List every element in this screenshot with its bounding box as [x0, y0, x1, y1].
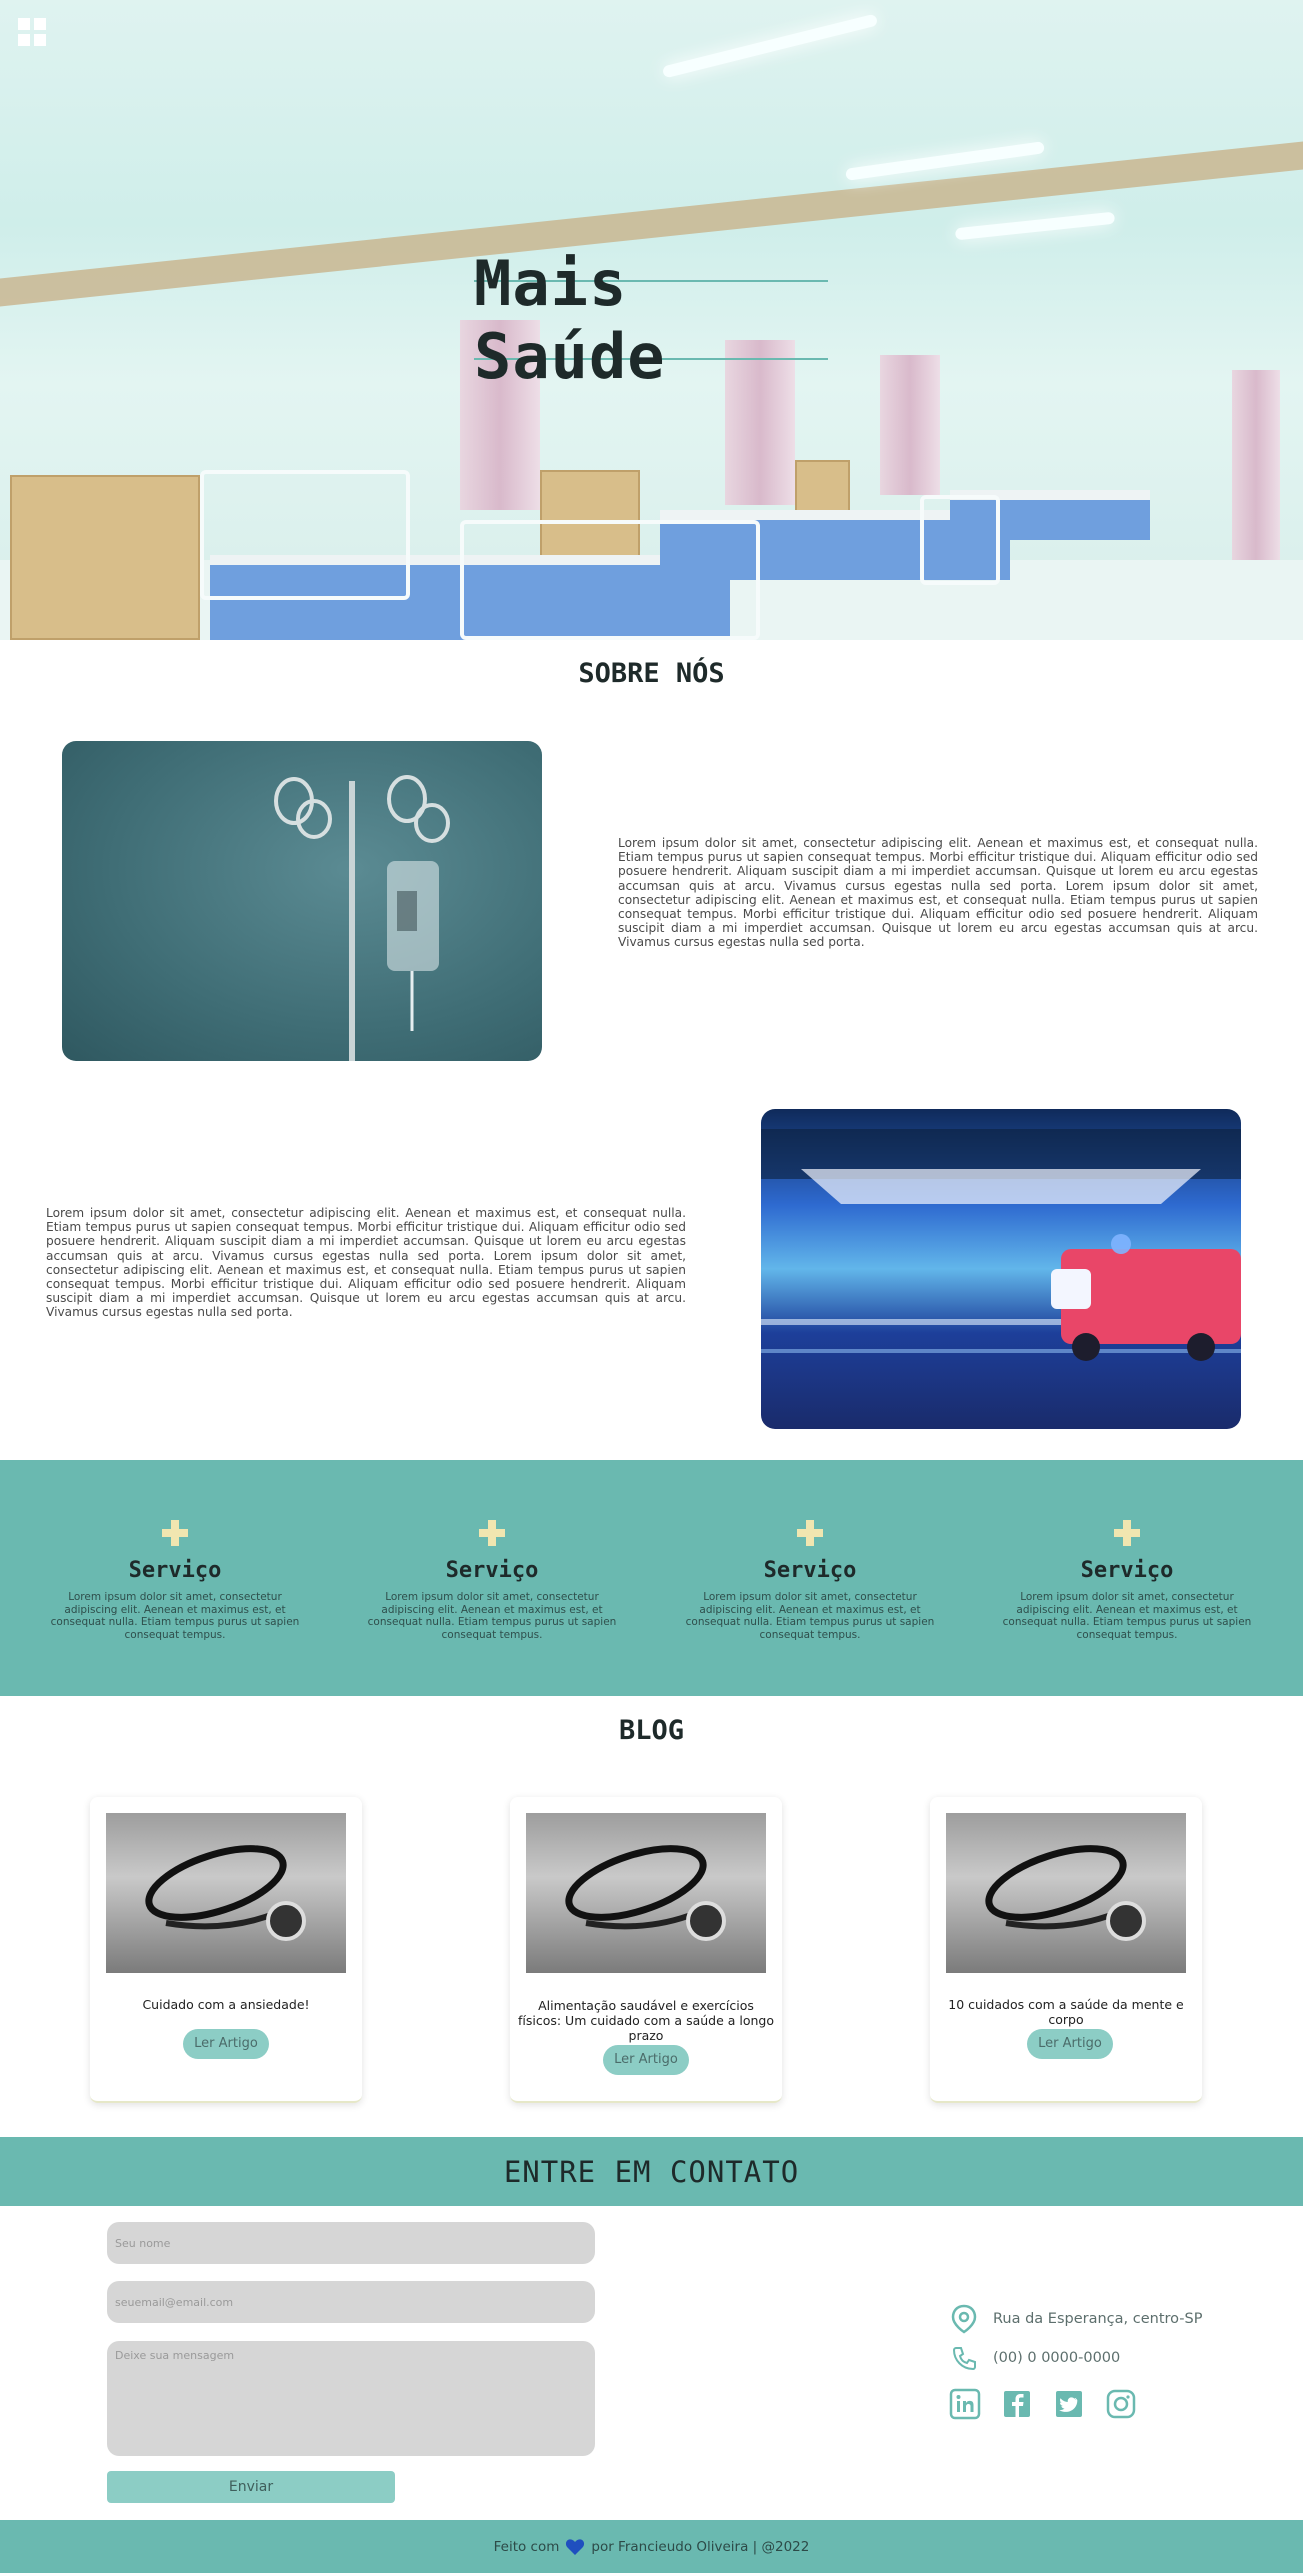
contact-header: ENTRE EM CONTATO [0, 2137, 1303, 2206]
service-card: Serviço Lorem ipsum dolor sit amet, cons… [45, 1520, 305, 1641]
plus-icon [162, 1520, 188, 1546]
service-card: Serviço Lorem ipsum dolor sit amet, cons… [680, 1520, 940, 1641]
blog-caption: Alimentação saudável e exercícios físico… [517, 1998, 775, 2043]
iv-drip-image [62, 741, 542, 1061]
hero-bed-rail [920, 495, 1000, 585]
stethoscope-image [106, 1813, 346, 1973]
service-card: Serviço Lorem ipsum dolor sit amet, cons… [362, 1520, 622, 1641]
address-row: Rua da Esperança, centro-SP [951, 2304, 1203, 2334]
service-card: Serviço Lorem ipsum dolor sit amet, cons… [997, 1520, 1257, 1641]
services-section: Serviço Lorem ipsum dolor sit amet, cons… [0, 1460, 1303, 1696]
service-title: Serviço [445, 1558, 539, 1583]
about-paragraph-1: Lorem ipsum dolor sit amet, consectetur … [618, 836, 1258, 950]
hero-ceiling-lamp [954, 211, 1116, 241]
hero-banner: Mais Saúde [0, 0, 1303, 640]
footer: Feito com por Francieudo Oliveira | @202… [0, 2520, 1303, 2573]
email-field[interactable] [107, 2281, 595, 2323]
linkedin-icon[interactable] [949, 2388, 981, 2420]
heart-icon [566, 2538, 585, 2555]
about-paragraph-2: Lorem ipsum dolor sit amet, consectetur … [46, 1206, 686, 1320]
blog-card: Cuidado com a ansiedade! Ler Artigo [90, 1797, 362, 2103]
stethoscope-image [946, 1813, 1186, 1973]
phone-row: (00) 0 0000-0000 [951, 2345, 1120, 2371]
blog-title: BLOG [618, 1715, 685, 1746]
hero-bed-rail [200, 470, 410, 600]
hero-title: Mais Saúde [474, 247, 666, 393]
read-article-button[interactable]: Ler Artigo [603, 2045, 689, 2075]
read-article-button[interactable]: Ler Artigo [183, 2029, 269, 2059]
service-title: Serviço [1080, 1558, 1174, 1583]
blog-caption: 10 cuidados com a saúde da mente e corpo [948, 1997, 1184, 2027]
phone-icon [952, 2347, 976, 2371]
social-links [949, 2388, 1137, 2420]
about-title: SOBRE NÓS [578, 658, 725, 689]
service-text: Lorem ipsum dolor sit amet, consectetur … [1002, 1591, 1252, 1641]
menu-grid-icon[interactable] [18, 18, 46, 46]
plus-icon [479, 1520, 505, 1546]
stethoscope-image [526, 1813, 766, 1973]
hero-title-frame: Mais Saúde [474, 247, 828, 393]
footer-prefix: Feito com [493, 2538, 560, 2555]
hero-curtain [1232, 370, 1280, 560]
hero-curtain [880, 355, 940, 495]
plus-icon [797, 1520, 823, 1546]
ambulance-image [761, 1109, 1241, 1429]
service-text: Lorem ipsum dolor sit amet, consectetur … [367, 1591, 617, 1641]
address-text: Rua da Esperança, centro-SP [993, 2311, 1203, 2327]
read-article-button[interactable]: Ler Artigo [1027, 2029, 1113, 2059]
hero-cabinet [10, 475, 200, 640]
twitter-icon[interactable] [1053, 2388, 1085, 2420]
hero-ceiling-lamp [661, 13, 879, 79]
location-pin-icon [951, 2304, 977, 2334]
blog-card: Alimentação saudável e exercícios físico… [510, 1797, 782, 2103]
plus-icon [1114, 1520, 1140, 1546]
send-button[interactable]: Enviar [107, 2471, 395, 2503]
hero-bed-rail [460, 520, 760, 640]
phone-text: (00) 0 0000-0000 [993, 2350, 1121, 2366]
blog-card: 10 cuidados com a saúde da mente e corpo… [930, 1797, 1202, 2103]
blog-caption: Cuidado com a ansiedade! [142, 1997, 310, 2012]
message-field[interactable] [107, 2341, 595, 2456]
service-title: Serviço [128, 1558, 222, 1583]
instagram-icon[interactable] [1105, 2388, 1137, 2420]
name-field[interactable] [107, 2222, 595, 2264]
service-text: Lorem ipsum dolor sit amet, consectetur … [685, 1591, 935, 1641]
footer-suffix: por Francieudo Oliveira | @2022 [591, 2538, 810, 2555]
facebook-icon[interactable] [1001, 2388, 1033, 2420]
contact-title: ENTRE EM CONTATO [503, 2154, 800, 2189]
service-title: Serviço [763, 1558, 857, 1583]
service-text: Lorem ipsum dolor sit amet, consectetur … [50, 1591, 300, 1641]
